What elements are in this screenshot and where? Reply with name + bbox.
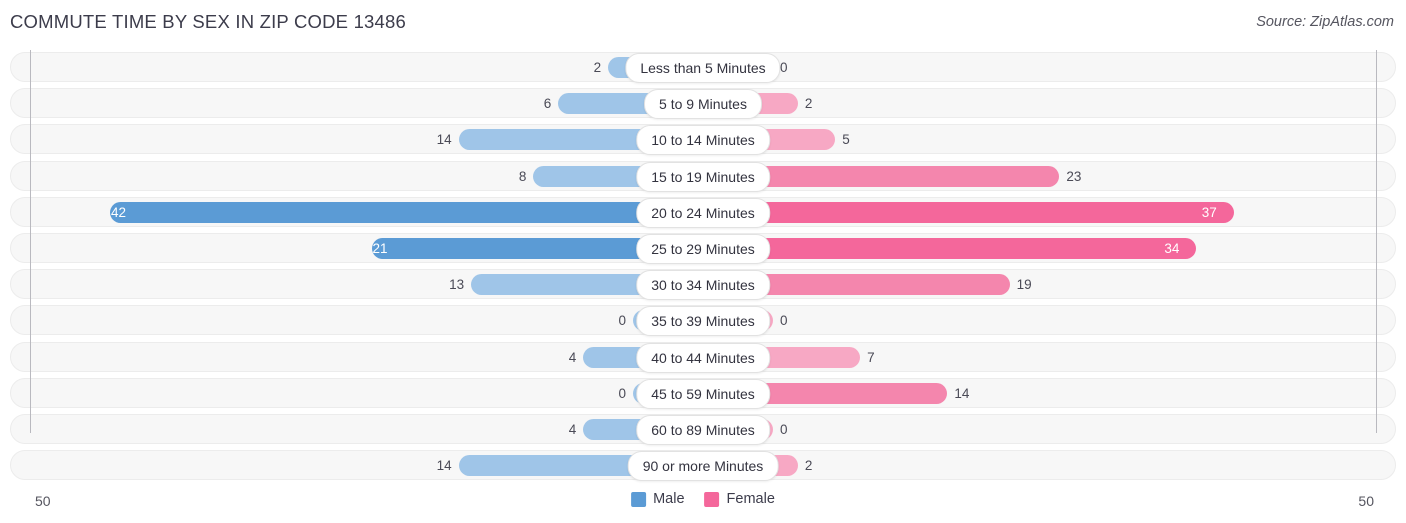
male-value-label: 4	[568, 421, 577, 437]
bar-row: 13 19 30 to 34 Minutes	[0, 267, 1406, 303]
bar-row: 0 0 35 to 39 Minutes	[0, 303, 1406, 339]
legend-item[interactable]: Female	[704, 491, 775, 507]
bar-rows: 2 0 Less than 5 Minutes 6 2 5 to 9 Minutes 14 5…	[0, 50, 1406, 484]
male-value-label: 14	[436, 458, 452, 474]
male-value-label: 42	[110, 204, 126, 220]
category-label: 25 to 29 Minutes	[636, 233, 770, 264]
category-label: 10 to 14 Minutes	[636, 125, 770, 156]
male-value-label: 0	[618, 385, 626, 401]
female-value-label: 14	[954, 385, 970, 401]
category-label: 15 to 19 Minutes	[636, 161, 770, 192]
source-attribution: Source: ZipAtlas.com	[1256, 14, 1394, 30]
female-value-label: 23	[1066, 168, 1082, 184]
male-value-label: 6	[543, 96, 552, 112]
bar-row: 0 14 45 to 59 Minutes	[0, 376, 1406, 412]
bar-row: 4 0 60 to 89 Minutes	[0, 412, 1406, 448]
axis-line-left	[30, 50, 31, 433]
legend-item[interactable]: Male	[631, 491, 685, 507]
chart-header: COMMUTE TIME BY SEX IN ZIP CODE 13486 So…	[0, 8, 1406, 38]
male-value-label: 21	[372, 240, 388, 256]
female-value-label: 34	[1164, 240, 1180, 256]
male-value-label: 8	[518, 168, 527, 184]
category-label: 20 to 24 Minutes	[636, 197, 770, 228]
plot-area: 2 0 Less than 5 Minutes 6 2 5 to 9 Minutes 14 5…	[0, 50, 1406, 485]
category-label: 45 to 59 Minutes	[636, 378, 770, 409]
female-value-label: 0	[780, 421, 788, 437]
female-value-label: 5	[842, 132, 850, 148]
bar-row: 4 7 40 to 44 Minutes	[0, 340, 1406, 376]
male-value-label: 0	[618, 313, 626, 329]
page-title: COMMUTE TIME BY SEX IN ZIP CODE 13486	[10, 11, 407, 32]
legend-label: Female	[726, 491, 775, 507]
category-label: Less than 5 Minutes	[625, 53, 781, 83]
bar-row: 14 5 10 to 14 Minutes	[0, 122, 1406, 158]
legend-swatch-icon	[704, 491, 720, 507]
chart-footer: 50 50 Male Female	[0, 491, 1406, 517]
male-value-label: 13	[449, 277, 465, 293]
female-value-label: 7	[867, 349, 875, 365]
female-value-label: 2	[804, 96, 813, 112]
male-value-label: 4	[568, 349, 577, 365]
male-value-label: 2	[593, 60, 602, 75]
legend-swatch-icon	[631, 491, 647, 507]
female-value-label: 37	[1201, 204, 1217, 220]
chart-legend: Male Female	[631, 491, 775, 507]
bar-row: 6 2 5 to 9 Minutes	[0, 86, 1406, 122]
female-value-label: 2	[804, 458, 813, 474]
category-label: 5 to 9 Minutes	[644, 89, 762, 120]
female-value-label: 0	[780, 60, 788, 75]
male-bar[interactable]	[110, 201, 703, 223]
category-label: 90 or more Minutes	[627, 451, 779, 482]
female-bar[interactable]	[703, 237, 1197, 259]
bar-row: 21 34 25 to 29 Minutes	[0, 231, 1406, 267]
category-label: 35 to 39 Minutes	[636, 306, 770, 337]
category-label: 40 to 44 Minutes	[636, 342, 770, 373]
commute-time-chart: COMMUTE TIME BY SEX IN ZIP CODE 13486 So…	[0, 0, 1406, 523]
bar-row: 14 2 90 or more Minutes	[0, 448, 1406, 484]
category-label: 30 to 34 Minutes	[636, 270, 770, 301]
category-label: 60 to 89 Minutes	[636, 414, 770, 445]
axis-line-right	[1376, 50, 1377, 433]
female-value-label: 0	[780, 313, 788, 329]
bar-row: 2 0 Less than 5 Minutes	[0, 50, 1406, 86]
bar-row: 8 23 15 to 19 Minutes	[0, 159, 1406, 195]
axis-tick-left: 50	[35, 493, 51, 509]
female-value-label: 19	[1016, 277, 1032, 293]
bar-row: 42 37 20 to 24 Minutes	[0, 195, 1406, 231]
female-bar[interactable]	[703, 201, 1234, 223]
male-value-label: 14	[436, 132, 452, 148]
legend-label: Male	[653, 491, 685, 507]
axis-tick-right: 50	[1358, 493, 1374, 509]
